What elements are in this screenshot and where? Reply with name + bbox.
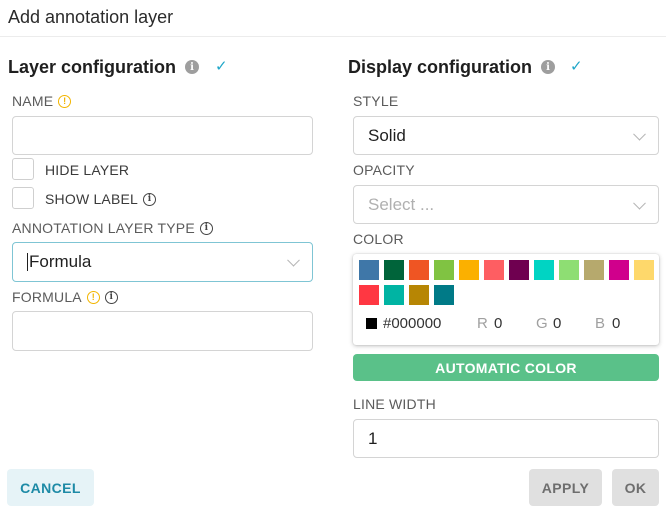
line-width-input[interactable]: 1: [353, 419, 659, 458]
color-swatch[interactable]: [459, 260, 479, 280]
formula-label-text: FORMULA: [12, 289, 82, 305]
show-label-label: SHOW LABEL i: [45, 191, 157, 207]
info-icon[interactable]: i: [185, 60, 199, 74]
color-swatch[interactable]: [509, 260, 529, 280]
color-swatch[interactable]: [434, 260, 454, 280]
opacity-select[interactable]: Select ...: [353, 185, 659, 224]
color-label: COLOR: [353, 231, 404, 247]
style-select[interactable]: Solid: [353, 116, 659, 155]
automatic-color-button[interactable]: AUTOMATIC COLOR: [353, 354, 659, 381]
check-icon: ✓: [215, 58, 228, 75]
color-swatch[interactable]: [534, 260, 554, 280]
annotation-layer-type-value: Formula: [29, 252, 92, 271]
show-label-text: SHOW LABEL: [45, 191, 139, 207]
text-caret: [27, 253, 28, 271]
r-input[interactable]: 0: [494, 315, 502, 332]
color-swatch[interactable]: [409, 285, 429, 305]
chevron-down-icon: [287, 253, 300, 267]
color-picker: #000000 R 0 G 0 B 0: [353, 254, 659, 345]
line-width-label: LINE WIDTH: [353, 396, 436, 412]
style-label: STYLE: [353, 93, 399, 109]
annotation-layer-type-label: ANNOTATION LAYER TYPE i: [12, 220, 213, 236]
opacity-label: OPACITY: [353, 162, 415, 178]
color-swatch[interactable]: [609, 260, 629, 280]
display-configuration-title: Display configuration: [348, 57, 533, 77]
info-icon[interactable]: i: [541, 60, 555, 74]
apply-button[interactable]: APPLY: [529, 469, 602, 506]
style-value: Solid: [368, 125, 406, 145]
modal-title: Add annotation layer: [8, 7, 174, 27]
hide-layer-checkbox[interactable]: [12, 158, 34, 180]
b-input[interactable]: 0: [612, 315, 620, 332]
hide-layer-label: HIDE LAYER: [45, 162, 130, 178]
show-label-checkbox[interactable]: [12, 187, 34, 209]
color-swatch[interactable]: [384, 285, 404, 305]
color-swatch[interactable]: [409, 260, 429, 280]
info-outline-icon[interactable]: i: [104, 290, 118, 304]
color-swatch[interactable]: [559, 260, 579, 280]
color-swatch[interactable]: [584, 260, 604, 280]
info-outline-icon[interactable]: i: [143, 192, 157, 206]
layer-configuration-title: Layer configuration: [8, 57, 177, 77]
color-swatch[interactable]: [359, 260, 379, 280]
check-icon: ✓: [570, 58, 583, 75]
modal-header: Add annotation layer: [0, 0, 666, 37]
annotation-layer-type-text: ANNOTATION LAYER TYPE: [12, 220, 195, 236]
name-label-text: NAME: [12, 93, 54, 109]
r-label: R: [477, 315, 488, 332]
cancel-button[interactable]: CANCEL: [7, 469, 94, 506]
opacity-placeholder: Select ...: [368, 194, 435, 214]
color-swatch[interactable]: [384, 260, 404, 280]
formula-input[interactable]: [12, 311, 313, 351]
chevron-down-icon: [633, 127, 646, 141]
name-label: NAME !: [12, 93, 72, 109]
current-color-swatch: [366, 318, 377, 329]
name-input[interactable]: [12, 116, 313, 155]
color-swatch[interactable]: [359, 285, 379, 305]
chevron-down-icon: [633, 196, 646, 210]
annotation-layer-type-select[interactable]: Formula: [12, 242, 313, 282]
ok-button[interactable]: OK: [612, 469, 659, 506]
hex-input[interactable]: #000000: [383, 315, 441, 332]
g-input[interactable]: 0: [553, 315, 561, 332]
warning-icon: !: [86, 290, 100, 304]
g-label: G: [536, 315, 548, 332]
info-outline-icon[interactable]: i: [199, 221, 213, 235]
color-swatch[interactable]: [634, 260, 654, 280]
b-label: B: [595, 315, 606, 332]
color-swatch[interactable]: [484, 260, 504, 280]
color-swatch[interactable]: [434, 285, 454, 305]
formula-label: FORMULA ! i: [12, 289, 118, 305]
warning-icon: !: [58, 94, 72, 108]
